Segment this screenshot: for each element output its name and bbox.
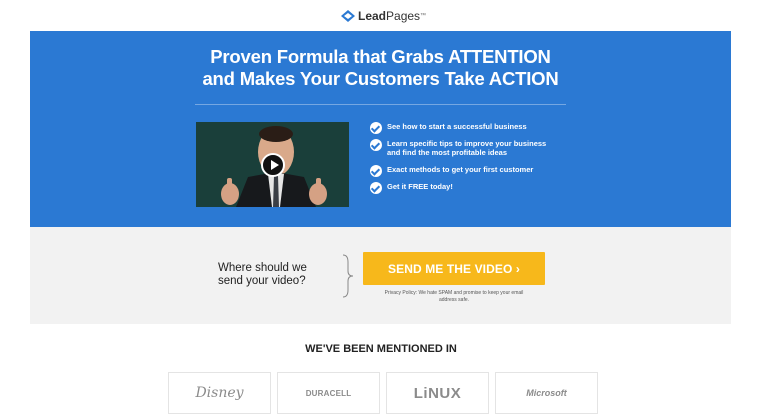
optin-section: Where should we send your video? SEND ME… xyxy=(30,227,731,324)
video-player[interactable] xyxy=(196,122,349,207)
hero-title: Proven Formula that Grabs ATTENTION and … xyxy=(30,46,731,90)
benefit-text: Get it FREE today! xyxy=(387,182,453,191)
hero-title-line-2: and Makes Your Customers Take ACTION xyxy=(202,68,559,89)
optin-question-line-2: send your video? xyxy=(218,275,306,287)
hero-divider xyxy=(195,104,566,105)
microsoft-logo: Microsoft xyxy=(495,372,598,414)
optin-question-line-1: Where should we xyxy=(218,262,307,274)
benefit-item: Exact methods to get your first customer xyxy=(370,165,570,177)
benefit-list: See how to start a successful business L… xyxy=(370,122,570,194)
benefit-item: Get it FREE today! xyxy=(370,182,570,194)
benefit-item: Learn specific tips to improve your busi… xyxy=(370,139,570,157)
leadpages-logo-icon xyxy=(341,10,355,22)
send-video-button[interactable]: SEND ME THE VIDEO › xyxy=(363,252,545,285)
privacy-line-1: Privacy Policy: We hate SPAM and promise… xyxy=(384,290,524,296)
benefit-text: Learn specific tips to improve your busi… xyxy=(387,139,547,148)
play-icon[interactable] xyxy=(261,153,285,177)
check-circle-icon xyxy=(370,139,382,151)
mentioned-heading: WE'VE BEEN MENTIONED IN xyxy=(305,343,457,355)
logo-text: LeadPages™ xyxy=(358,9,426,23)
benefit-item: See how to start a successful business xyxy=(370,122,570,134)
logo-text-bold: Lead xyxy=(358,9,387,23)
linux-logo: LiNUX xyxy=(386,372,489,414)
duracell-logo: DURACELL xyxy=(277,372,380,414)
optin-question: Where should we send your video? xyxy=(218,262,328,288)
disney-logo: Disney xyxy=(168,372,271,414)
check-circle-icon xyxy=(370,182,382,194)
benefit-text: See how to start a successful business xyxy=(387,122,527,131)
check-circle-icon xyxy=(370,165,382,177)
hero-section: Proven Formula that Grabs ATTENTION and … xyxy=(30,31,731,227)
press-logos: Disney DURACELL LiNUX Microsoft xyxy=(168,372,598,414)
benefit-text: Exact methods to get your first customer xyxy=(387,165,534,174)
benefit-text-continued: and find the most profitable ideas xyxy=(387,148,508,157)
leadpages-logo[interactable]: LeadPages™ xyxy=(341,8,426,24)
curly-brace-icon xyxy=(342,254,354,298)
privacy-line-2: address safe. xyxy=(438,296,470,303)
logo-text-light: Pages xyxy=(386,9,421,23)
top-bar: LeadPages™ xyxy=(0,0,762,31)
check-circle-icon xyxy=(370,122,382,134)
privacy-policy-note: Privacy Policy: We hate SPAM and promise… xyxy=(368,290,540,303)
trademark-mark: ™ xyxy=(420,13,427,19)
hero-title-line-1: Proven Formula that Grabs ATTENTION xyxy=(210,46,551,67)
